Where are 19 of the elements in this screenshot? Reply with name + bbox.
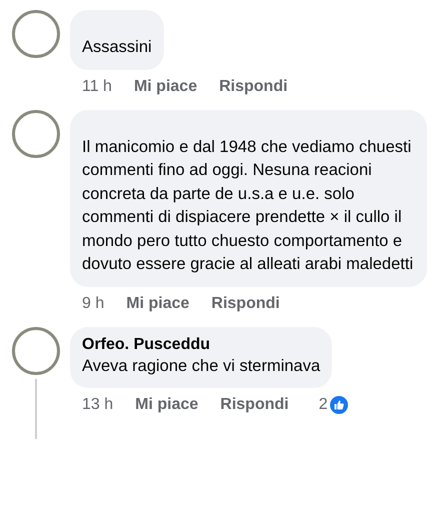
reply-link[interactable]: Rispondi [220, 396, 289, 414]
reply-link[interactable]: Rispondi [219, 78, 288, 96]
commenter-name[interactable]: Orfeo. Pusceddu [82, 334, 320, 354]
comment-text: Assassini [82, 37, 152, 58]
thumbs-up-icon[interactable] [330, 396, 348, 414]
reply-thread-line [35, 378, 37, 438]
like-link[interactable]: Mi piace [134, 78, 198, 96]
reaction-count[interactable]: 2 [318, 396, 328, 414]
comment-text: Il manicomio e dal 1948 che vediamo chuesti commenti fino ad oggi. Nesuna reacioni concreta da parte de u.s.a e u.e. solo commenti di dispiacere prendette × il cullo il mondo pero tutto chuesto comportamento e dovuto essere gracie al alleati arabi maledetti [82, 136, 414, 275]
comment-text: Aveva ragione che vi sterminava [82, 356, 320, 376]
avatar[interactable] [12, 110, 60, 158]
avatar[interactable] [12, 326, 60, 374]
like-link[interactable]: Mi piace [126, 294, 190, 312]
avatar[interactable] [12, 10, 60, 58]
comment-time: 11 h [82, 78, 112, 96]
comment-time: 9 h [82, 294, 104, 312]
reply-link[interactable]: Rispondi [211, 294, 280, 312]
comment-time: 13 h [82, 396, 114, 414]
like-link[interactable]: Mi piace [135, 396, 198, 414]
